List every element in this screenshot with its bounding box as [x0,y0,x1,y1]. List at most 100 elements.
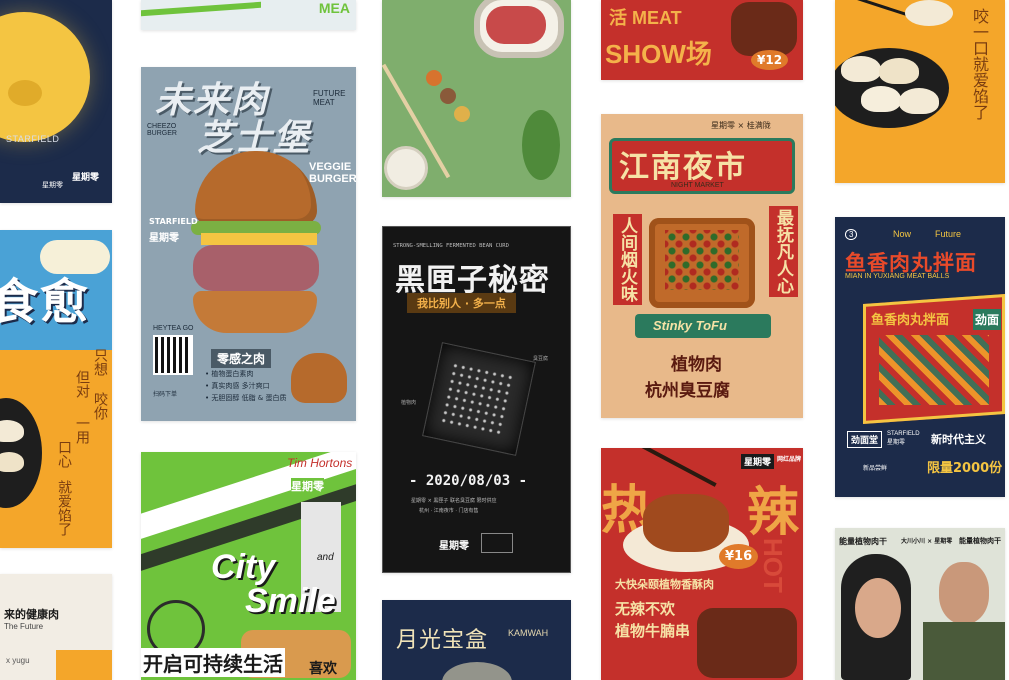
price-badge: ¥16 [719,544,759,569]
poster-hot-spicy-skewers[interactable]: 星期零 网红品牌 热 辣 ¥16 HOT 大快朵颐植物香酥肉 无辣不欢 植物牛腩… [601,448,803,680]
logo-starfield: 星期零 [741,454,775,469]
night-market-sub: NIGHT MARKET [671,182,724,189]
moon-glow [442,662,512,680]
dumpling-shape [879,58,919,84]
skewer-ball [440,88,456,104]
energy-jerky-left: 能量植物肉干 [839,537,887,546]
future-meat-sign: x yugu [6,656,30,665]
event-date: - 2020/08/03 - [409,473,528,489]
brand-starfield: 星期零 [439,541,469,552]
line-no-spicy: 无辣不欢 [615,600,676,618]
now-label: Now [893,229,912,239]
portrait-man-head [939,562,989,624]
sustainable-life: 开启可持续生活 [141,648,285,677]
poster-city-smile[interactable]: Tim Hortons 星期零 Plant based Burger City … [141,452,356,680]
fried-meat [643,494,729,552]
poster-jiangnan-night-market[interactable]: 星期零 × 桂满陇 江南夜市 NIGHT MARKET 人间烟火味 最抚凡人心 … [601,114,803,418]
hot-watermark: HOT [758,538,788,593]
dumpling-shape [861,86,901,112]
heal-col-6: 就爱馅了 [56,480,72,536]
dumpling-shape [0,452,24,472]
info-line-2: 杭州 · 江南夜市 · 门店有售 [419,508,479,514]
heal-col-5: 口心 [56,440,72,468]
brand-logo-left: 星期零 [42,181,63,189]
heytea-label: HEYTEA GO [153,325,194,332]
burger-top-bun [195,151,317,225]
leaf-sprig [522,110,560,180]
left-couplet: 人间烟火味 [613,214,642,305]
line-beef-skewer: 植物牛腩串 [615,622,691,640]
logo-partner: 网红品牌 [777,456,802,463]
skewer-ball [454,106,470,122]
burger-cheese [201,233,317,245]
price-badge: ¥12 [751,50,789,70]
issue-number: 3 [845,229,858,240]
moon-crater [8,80,42,106]
energy-jerky-right: 能量植物肉干 [959,537,1001,545]
future-meat-sub: The Future [4,622,44,631]
mea-text: MEA [318,0,350,16]
mini-burger [291,353,347,403]
new-era-label: 新时代主义 [931,433,986,446]
starfield-logo: STARFIELD 星期零 [887,431,920,446]
qr-badge[interactable] [481,533,513,553]
burger-bottom-bun [193,291,317,333]
spicy-char: 辣 [747,483,800,543]
box-illustration [879,335,989,405]
ribbon-text: Stinky ToFu [653,318,727,333]
brand-starfield: 星期零 [291,478,324,494]
and-text: and [317,552,334,563]
slogan-banner: 我比别人 · 多一点 [407,293,516,313]
plant-meat-line: 植物肉 [671,355,722,375]
poster-people-portrait[interactable]: 能量植物肉干 大川小川 × 星期零 能量植物肉干 [835,528,1005,680]
heal-col-4: 一用 [74,416,90,444]
top-caption: STRONG-SMELLING FERMENTED BEAN CURD [393,243,509,249]
kamwah-brand: KAMWAH [508,628,549,638]
like-text: 喜欢 [309,661,337,677]
poster-kamwah-moon[interactable]: 月光宝盒 KAMWAH [382,600,571,680]
heal-title: 食愈 [0,274,91,330]
line-crispy-meat: 大快朵颐植物香酥肉 [615,578,714,591]
box-seal: 劲面 [973,309,1002,330]
heal-col-3: 咬你 [92,392,108,420]
tasting-label: 新品尝鲜 [863,465,888,472]
skewer-image [731,2,797,56]
portrait-man-body [923,622,1005,680]
qr-code[interactable] [153,335,193,375]
brand-logo-right: 星期零 [72,170,100,183]
partner-logo: 劲面堂 [847,431,883,448]
tofu-dots [439,361,515,437]
bite-love-text: 咬一口就爱馅了 [970,8,989,120]
moon-illustration [0,12,90,142]
moonlight-box-title: 月光宝盒 [396,628,489,653]
poster-starfield-moon[interactable]: STARFIELD 星期零 星期零 [0,0,112,203]
smile-text: Smile [245,582,336,620]
skewer-ball [426,70,442,86]
tims-logo: Tim Hortons [287,456,353,470]
dumpling-shape [899,88,939,114]
poster-salad-skewers[interactable] [382,0,571,197]
skewer-image [697,608,797,678]
poster-yuxiang-meatballs[interactable]: 3 Now Future 鱼香肉丸拌面 MIAN IN YUXIANG MEAT… [835,217,1005,497]
poster-meat-show[interactable]: 活 MEAT SHOW场 ¥12 [601,0,803,80]
brand-line: 星期零 × 桂满陇 [711,121,771,130]
poster-heal[interactable]: 食愈 只想 但对 咬你 一用 口心 就爱馅了 [0,230,112,548]
cheezo-label: CHEEZO BURGER [147,123,177,137]
poster-dumplings-top[interactable]: 咬一口就爱馅了 [835,0,1005,183]
heal-col-1: 只想 [92,348,108,376]
bullet-2: • 真实肉感 多汁爽口 [205,382,270,390]
brand-starfield-cn: 星期零 [149,233,179,244]
veggie-label: VEGGIE BURGER [309,161,356,185]
bullet-3: • 无胆固醇 低脂 & 蛋白质 [205,394,287,402]
label-plant-meat: 植物肉 [401,400,417,406]
future-meat-label: FUTURE MEAT [313,89,346,107]
poster-stinky-tofu-dark[interactable]: STRONG-SMELLING FERMENTED BEAN CURD 黑匣子秘… [382,226,571,573]
bottom-tag: 零感之肉 [211,349,272,368]
bullet-1: • 植物蛋白素肉 [205,370,254,378]
dumpling-shape [0,420,24,442]
poster-mea-header[interactable]: MEA [141,0,356,30]
poster-future-meat-burger[interactable]: 未来肉 芝士堡 FUTURE MEAT CHEEZO BURGER VEGGIE… [141,67,356,421]
poster-future-healthy-meat[interactable]: 来的健康肉 The Future x yugu [0,574,112,680]
box-title: 鱼香肉丸拌面 [871,313,950,328]
orange-strip [56,650,112,680]
